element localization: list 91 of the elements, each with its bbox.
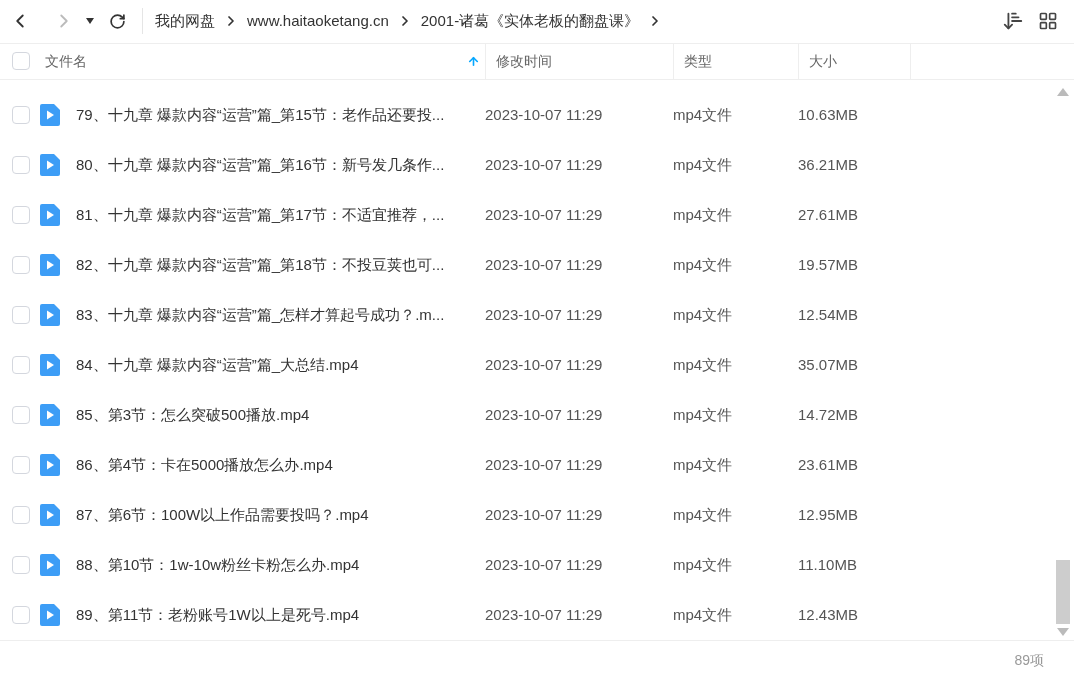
file-row[interactable]: 83、十九章 爆款内容“运营”篇_怎样才算起号成功？.m... 2023-10-07 11:29 mp4文件 12.54MB [0,290,1052,341]
file-size: 12.43MB [798,605,860,626]
file-type: mp4文件 [673,105,734,126]
checkbox[interactable] [12,206,30,225]
modified-time: 2023-10-07 11:29 [485,505,604,526]
breadcrumb-link[interactable]: www.haitaoketang.cn [247,10,389,33]
checkbox[interactable] [12,506,30,525]
video-file-icon [40,454,60,477]
modified-time: 2023-10-07 11:29 [485,355,604,376]
file-size: 36.21MB [798,155,860,176]
file-type: mp4文件 [673,555,734,576]
breadcrumb-link[interactable]: 我的网盘 [155,10,215,33]
column-header[interactable]: 类型 [673,43,798,80]
file-size: 23.61MB [798,455,860,476]
video-file-icon [40,254,60,277]
modified-time: 2023-10-07 11:29 [485,105,604,126]
checkbox[interactable] [12,256,30,275]
file-name[interactable]: 88、第10节：1w-10w粉丝卡粉怎么办.mp4 [76,554,485,577]
breadcrumb-link[interactable]: 2001-诸葛《实体老板的翻盘课》 [420,10,640,33]
modified-time: 2023-10-07 11:29 [485,305,604,326]
video-file-icon [40,354,60,377]
video-file-icon [40,154,60,177]
modified-time: 2023-10-07 11:29 [485,205,604,226]
file-size: 11.10MB [798,555,858,576]
file-type: mp4文件 [673,355,734,376]
video-file-icon [40,204,60,227]
file-row[interactable]: 88、第10节：1w-10w粉丝卡粉怎么办.mp4 2023-10-07 11:29 mp4文件 11.10MB [0,540,1052,591]
scroll-down-arrow-icon[interactable] [1057,628,1069,637]
file-type: mp4文件 [673,505,734,526]
file-row[interactable]: 79、十九章 爆款内容“运营”篇_第15节：老作品还要投... 2023-10-07 11:29 mp4文件 10.63MB [0,90,1052,141]
file-type: mp4文件 [673,605,734,626]
file-row[interactable]: 80、十九章 爆款内容“运营”篇_第16节：新号发几条作... 2023-10-07 11:29 mp4文件 36.21MB [0,140,1052,191]
file-name[interactable]: 82、十九章 爆款内容“运营”篇_第18节：不投豆荚也可... [76,254,485,277]
modified-time: 2023-10-07 11:29 [485,555,604,576]
file-size: 35.07MB [798,355,860,376]
checkbox[interactable] [12,52,30,71]
modified-time: 2023-10-07 11:29 [485,605,604,626]
file-name[interactable]: 89、第11节：老粉账号1W以上是死号.mp4 [76,604,485,627]
file-row[interactable]: 84、十九章 爆款内容“运营”篇_大总结.mp4 2023-10-07 11:29 mp4文件 35.07MB [0,340,1052,391]
video-file-icon [40,554,60,577]
file-row[interactable]: 86、第4节：卡在5000播放怎么办.mp4 2023-10-07 11:29 mp4文件 23.61MB [0,440,1052,491]
video-file-icon [40,404,60,427]
video-file-icon [40,504,60,527]
file-row[interactable]: 85、第3节：怎么突破500播放.mp4 2023-10-07 11:29 mp4文件 14.72MB [0,390,1052,441]
file-type: mp4文件 [673,405,734,426]
refresh-icon[interactable] [108,12,126,30]
file-size: 19.57MB [798,255,860,276]
checkbox[interactable] [12,456,30,475]
file-name[interactable]: 86、第4节：卡在5000播放怎么办.mp4 [76,454,485,477]
file-type: mp4文件 [673,155,734,176]
modified-time: 2023-10-07 11:29 [485,155,604,176]
checkbox[interactable] [12,306,30,325]
file-name[interactable]: 84、十九章 爆款内容“运营”篇_大总结.mp4 [76,354,485,377]
file-name[interactable]: 83、十九章 爆款内容“运营”篇_怎样才算起号成功？.m... [76,304,485,327]
checkbox[interactable] [12,556,30,575]
modified-time: 2023-10-07 11:29 [485,455,604,476]
scroll-up-arrow-icon[interactable] [1057,88,1069,97]
checkbox[interactable] [12,106,30,125]
checkbox[interactable] [12,406,30,425]
grid-view-icon[interactable] [1038,11,1058,32]
file-row[interactable]: 87、第6节：100W以上作品需要投吗？.mp4 2023-10-07 11:29 mp4文件 12.95MB [0,490,1052,541]
checkbox[interactable] [12,156,30,175]
checkbox[interactable] [12,356,30,375]
file-size: 27.61MB [798,205,860,226]
scrollbar-thumb[interactable] [1056,560,1070,625]
modified-time: 2023-10-07 11:29 [485,405,604,426]
file-type: mp4文件 [673,305,734,326]
item-count: 89项 [1014,651,1044,671]
video-file-icon [40,304,60,327]
file-row[interactable]: 89、第11节：老粉账号1W以上是死号.mp4 2023-10-07 11:29 mp4文件 12.43MB [0,590,1052,641]
file-size: 14.72MB [798,405,860,426]
file-name[interactable]: 79、十九章 爆款内容“运营”篇_第15节：老作品还要投... [76,104,485,127]
file-name[interactable]: 85、第3节：怎么突破500播放.mp4 [76,404,485,427]
file-row[interactable]: 82、十九章 爆款内容“运营”篇_第18节：不投豆荚也可... 2023-10-07 11:29 mp4文件 19.57MB [0,240,1052,291]
video-file-icon [40,104,60,127]
file-name[interactable]: 80、十九章 爆款内容“运营”篇_第16节：新号发几条作... [76,154,485,177]
file-type: mp4文件 [673,205,734,226]
column-header[interactable]: 文件名 [40,43,485,80]
file-name[interactable]: 87、第6节：100W以上作品需要投吗？.mp4 [76,504,485,527]
column-header[interactable]: 大小 [798,43,910,80]
checkbox[interactable] [12,606,30,625]
file-type: mp4文件 [673,255,734,276]
file-size: 12.95MB [798,505,860,526]
file-size: 10.63MB [798,105,860,126]
modified-time: 2023-10-07 11:29 [485,255,604,276]
file-name[interactable]: 81、十九章 爆款内容“运营”篇_第17节：不适宜推荐，... [76,204,485,227]
video-file-icon [40,604,60,627]
column-header[interactable]: 修改时间 [485,43,673,80]
file-type: mp4文件 [673,455,734,476]
file-row[interactable]: 81、十九章 爆款内容“运营”篇_第17节：不适宜推荐，... 2023-10-07 11:29 mp4文件 27.61MB [0,190,1052,241]
file-size: 12.54MB [798,305,860,326]
